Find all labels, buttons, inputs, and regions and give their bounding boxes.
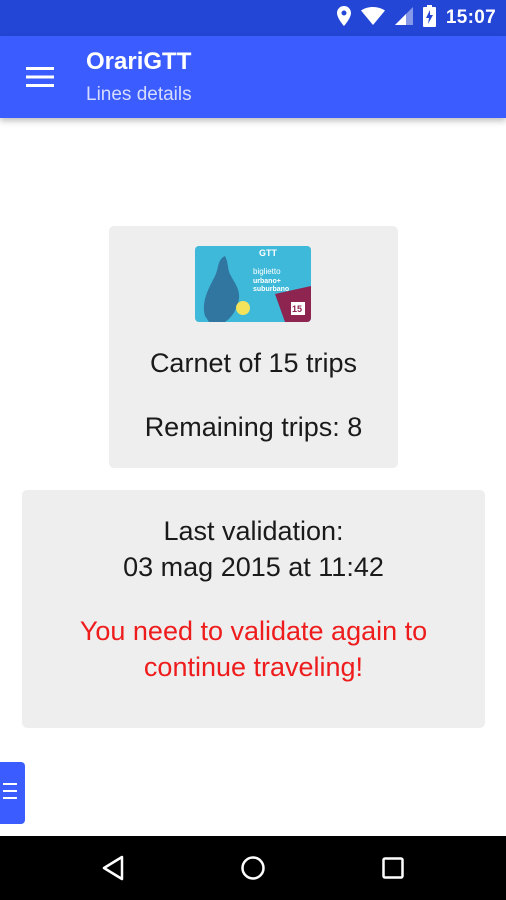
last-validation-date: 03 mag 2015 at 11:42 [123,552,384,582]
last-validation-label: Last validation: [163,516,344,546]
validation-warning-line1: You need to validate again to [79,616,428,646]
ticket-brand-text: GTT [259,248,277,258]
list-icon [2,781,17,806]
carnet-label: Carnet of 15 trips [149,348,358,378]
ticket-line2-text: urbano+ [253,278,281,285]
location-icon [336,5,351,31]
back-icon[interactable] [93,848,133,888]
ticket-image: GTT biglietto urbano+ suburbano 15 [195,246,311,322]
status-bar: 15:07 [0,0,506,36]
app-subtitle: Lines details [86,84,192,105]
wifi-icon [360,6,385,30]
navigation-bar [0,836,506,900]
validation-warning-line2: continue traveling! [143,652,364,682]
battery-charging-icon [422,4,436,32]
app-bar: OrariGTT Lines details [0,36,506,118]
side-drawer-tab[interactable] [0,762,25,824]
ticket-line1-text: biglietto [253,267,281,276]
ticket-card: GTT biglietto urbano+ suburbano 15 Carne… [109,226,398,468]
ticket-line3-text: suburbano [253,286,289,293]
home-icon[interactable] [233,848,273,888]
app-title: OrariGTT [86,48,192,75]
remaining-trips-label: Remaining trips: 8 [144,412,363,442]
hamburger-menu-icon[interactable] [18,61,62,93]
cell-signal-icon [394,6,413,30]
clock: 15:07 [445,7,496,28]
ticket-trips-text: 15 [292,304,302,314]
status-icons: 15:07 [336,0,496,36]
recents-icon[interactable] [373,848,413,888]
validation-card: Last validation: 03 mag 2015 at 11:42 Yo… [22,490,485,728]
